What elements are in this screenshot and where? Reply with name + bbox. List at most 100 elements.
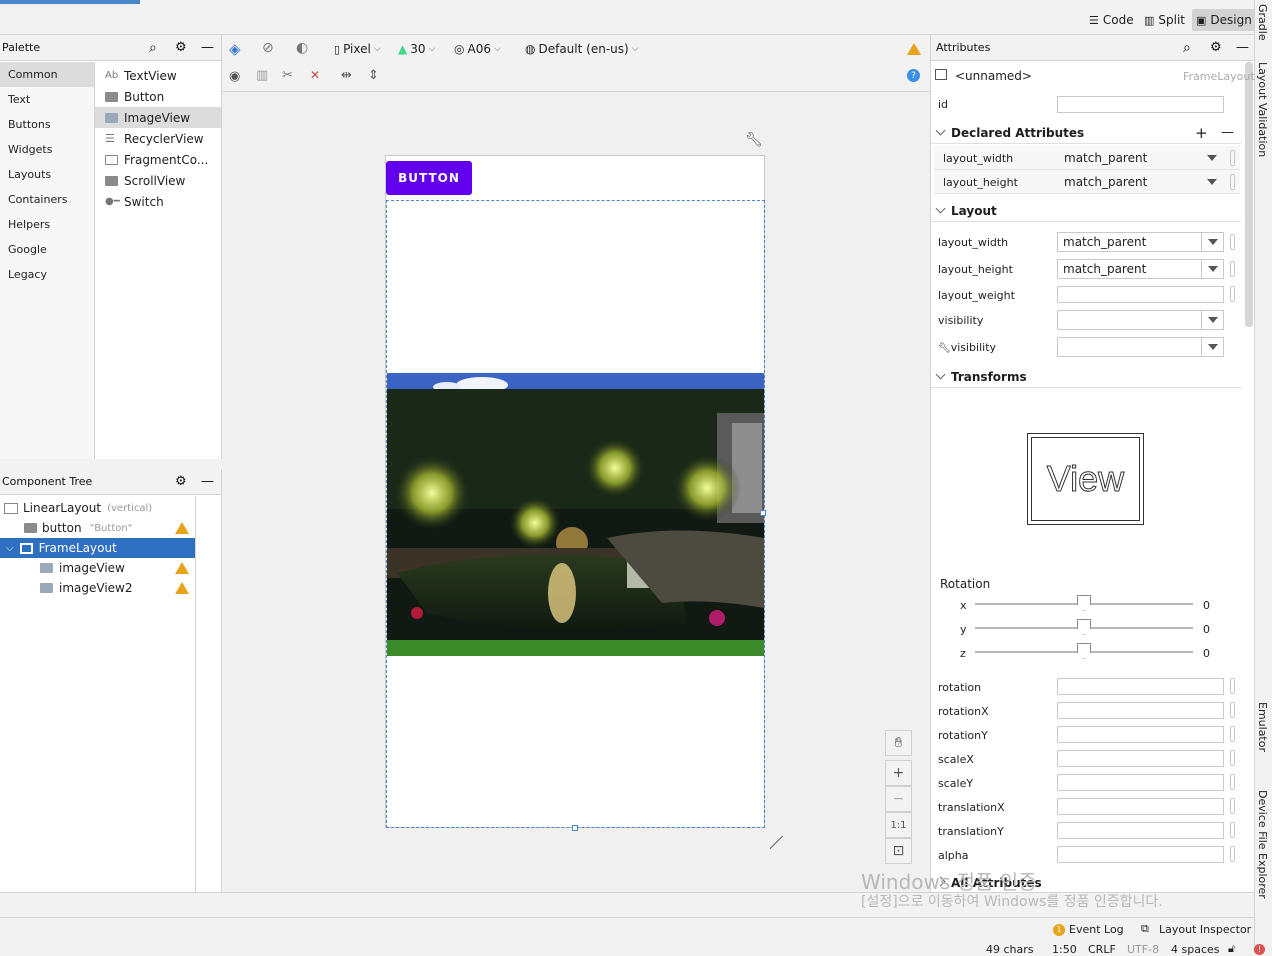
remove-icon[interactable]: — — [1221, 125, 1234, 140]
preview-button[interactable]: BUTTON — [386, 161, 472, 195]
rotationx-field[interactable] — [1057, 702, 1224, 719]
translationy-field[interactable] — [1057, 822, 1224, 839]
declared-attributes-header[interactable]: Declared Attributes + — — [931, 122, 1241, 144]
zoom-to-fit-button[interactable]: ⊡ — [885, 838, 912, 864]
category-text[interactable]: Text — [0, 87, 94, 112]
category-legacy[interactable]: Legacy — [0, 262, 94, 287]
id-field[interactable] — [1057, 96, 1224, 113]
palette-item-scrollview[interactable]: ScrollView — [95, 170, 221, 191]
pin-icon[interactable] — [1230, 234, 1235, 250]
palette-item-switch[interactable]: ●━ Switch — [95, 191, 221, 212]
transforms-section-header[interactable]: Transforms — [931, 366, 1241, 388]
rotationy-field[interactable] — [1057, 726, 1224, 743]
layout-width-dropdown[interactable]: match_parent — [1057, 232, 1224, 252]
search-icon[interactable]: ⌕ — [149, 40, 157, 56]
pin-icon[interactable] — [1230, 774, 1235, 790]
file-encoding[interactable]: UTF-8 — [1127, 943, 1159, 956]
indent-setting[interactable]: 4 spaces — [1171, 943, 1220, 956]
gear-icon[interactable]: ⚙ — [175, 40, 187, 55]
scaley-field[interactable] — [1057, 774, 1224, 791]
category-containers[interactable]: Containers — [0, 187, 94, 212]
layout-section-header[interactable]: Layout — [931, 200, 1241, 222]
pin-icon[interactable] — [1230, 150, 1235, 166]
clear-constraints-icon[interactable]: ✕ — [310, 68, 320, 82]
zoom-out-button[interactable]: − — [885, 786, 912, 812]
gear-icon[interactable]: ⚙ — [175, 474, 187, 489]
pin-icon[interactable] — [1230, 750, 1235, 766]
pin-icon[interactable] — [1230, 822, 1235, 838]
layout-validation-tab[interactable]: Layout Validation — [1256, 62, 1269, 157]
code-mode-button[interactable]: ☰ Code — [1085, 9, 1138, 31]
tree-row-linearlayout[interactable]: LinearLayout (vertical) — [0, 498, 195, 518]
pin-icon[interactable] — [1230, 798, 1235, 814]
palette-item-imageview[interactable]: ImageView — [95, 107, 221, 128]
pin-icon[interactable] — [1230, 174, 1235, 190]
warning-icon[interactable] — [175, 562, 189, 574]
error-icon[interactable]: ! — [1254, 944, 1265, 955]
device-file-explorer-tab[interactable]: Device File Explorer — [1256, 790, 1269, 899]
palette-item-textview[interactable]: Ab TextView — [95, 65, 221, 86]
event-log-button[interactable]: Event Log — [1069, 923, 1124, 936]
cursor-position[interactable]: 1:50 — [1052, 943, 1077, 956]
blueprint-icon[interactable]: ▥ — [256, 68, 268, 83]
category-widgets[interactable]: Widgets — [0, 137, 94, 162]
pin-icon[interactable] — [1230, 726, 1235, 742]
pin-icon[interactable] — [1230, 846, 1235, 862]
layout-weight-field[interactable] — [1057, 286, 1224, 303]
zoom-actual-size-button[interactable]: 1:1 — [885, 812, 912, 838]
resize-handle-bottom[interactable] — [572, 825, 578, 831]
tree-row-imageview[interactable]: imageView — [0, 558, 195, 578]
night-mode-icon[interactable]: ◐ — [296, 40, 308, 56]
add-icon[interactable]: + — [1195, 124, 1208, 142]
minimize-icon[interactable]: — — [201, 40, 214, 55]
declared-attr-value[interactable]: match_parent — [1064, 175, 1147, 189]
chevron-down-icon[interactable] — [1207, 155, 1217, 161]
warning-icon[interactable] — [907, 43, 921, 55]
design-mode-button[interactable]: ▣ Design — [1192, 9, 1256, 31]
palette-item-recyclerview[interactable]: ☰ RecyclerView — [95, 128, 221, 149]
resize-handle-right[interactable] — [760, 510, 766, 516]
gradle-tab[interactable]: Gradle — [1256, 4, 1269, 41]
category-helpers[interactable]: Helpers — [0, 212, 94, 237]
layout-inspector-button[interactable]: Layout Inspector — [1159, 923, 1251, 936]
category-common[interactable]: Common — [0, 62, 94, 87]
search-icon[interactable]: ⌕ — [1183, 40, 1191, 56]
chevron-down-icon[interactable]: ⌵ — [6, 543, 14, 554]
scalex-field[interactable] — [1057, 750, 1224, 767]
api-selector[interactable]: ▲ 30 ⌵ — [398, 42, 435, 56]
locale-selector[interactable]: ◍ Default (en-us) ⌵ — [525, 42, 639, 56]
category-buttons[interactable]: Buttons — [0, 112, 94, 137]
vertical-margin-icon[interactable]: ⇕ — [368, 68, 379, 83]
warning-icon[interactable] — [175, 522, 189, 534]
wrench-icon[interactable]: 🔧︎ — [745, 132, 763, 148]
palette-item-button[interactable]: Button — [95, 86, 221, 107]
eye-icon[interactable]: ◉ — [229, 69, 240, 84]
imageview-garden-photo[interactable] — [387, 373, 764, 656]
warning-icon[interactable] — [175, 582, 189, 594]
device-selector[interactable]: ▯ Pixel ⌵ — [334, 42, 381, 56]
magnet-off-icon[interactable]: ✂ — [282, 68, 293, 83]
palette-item-fragment[interactable]: FragmentCo... — [95, 149, 221, 170]
help-icon[interactable]: ? — [907, 69, 920, 82]
orientation-icon[interactable]: ⊘ — [262, 40, 274, 56]
theme-selector[interactable]: ◎ A06 ⌵ — [454, 42, 501, 56]
alpha-field[interactable] — [1057, 846, 1224, 863]
split-mode-button[interactable]: ▥ Split — [1140, 9, 1189, 31]
rotation-field[interactable] — [1057, 678, 1224, 695]
gear-icon[interactable]: ⚙ — [1210, 40, 1222, 55]
minimize-icon[interactable]: — — [201, 474, 214, 489]
layers-icon[interactable]: ◈ — [229, 40, 241, 58]
translationx-field[interactable] — [1057, 798, 1224, 815]
visibility-dropdown[interactable] — [1057, 310, 1224, 330]
emulator-tab[interactable]: Emulator — [1256, 702, 1269, 752]
layout-height-dropdown[interactable]: match_parent — [1057, 259, 1224, 279]
line-ending[interactable]: CRLF — [1088, 943, 1116, 956]
attributes-scrollbar[interactable] — [1245, 62, 1253, 327]
horizontal-margin-icon[interactable]: ⇹ — [341, 68, 352, 83]
pin-icon[interactable] — [1230, 286, 1235, 302]
event-log-count[interactable]: 1 — [1053, 924, 1065, 936]
pin-icon[interactable] — [1230, 702, 1235, 718]
pan-hand-icon[interactable]: ✋︎ — [885, 730, 912, 756]
declared-attr-value[interactable]: match_parent — [1064, 151, 1147, 165]
zoom-in-button[interactable]: + — [885, 760, 912, 786]
